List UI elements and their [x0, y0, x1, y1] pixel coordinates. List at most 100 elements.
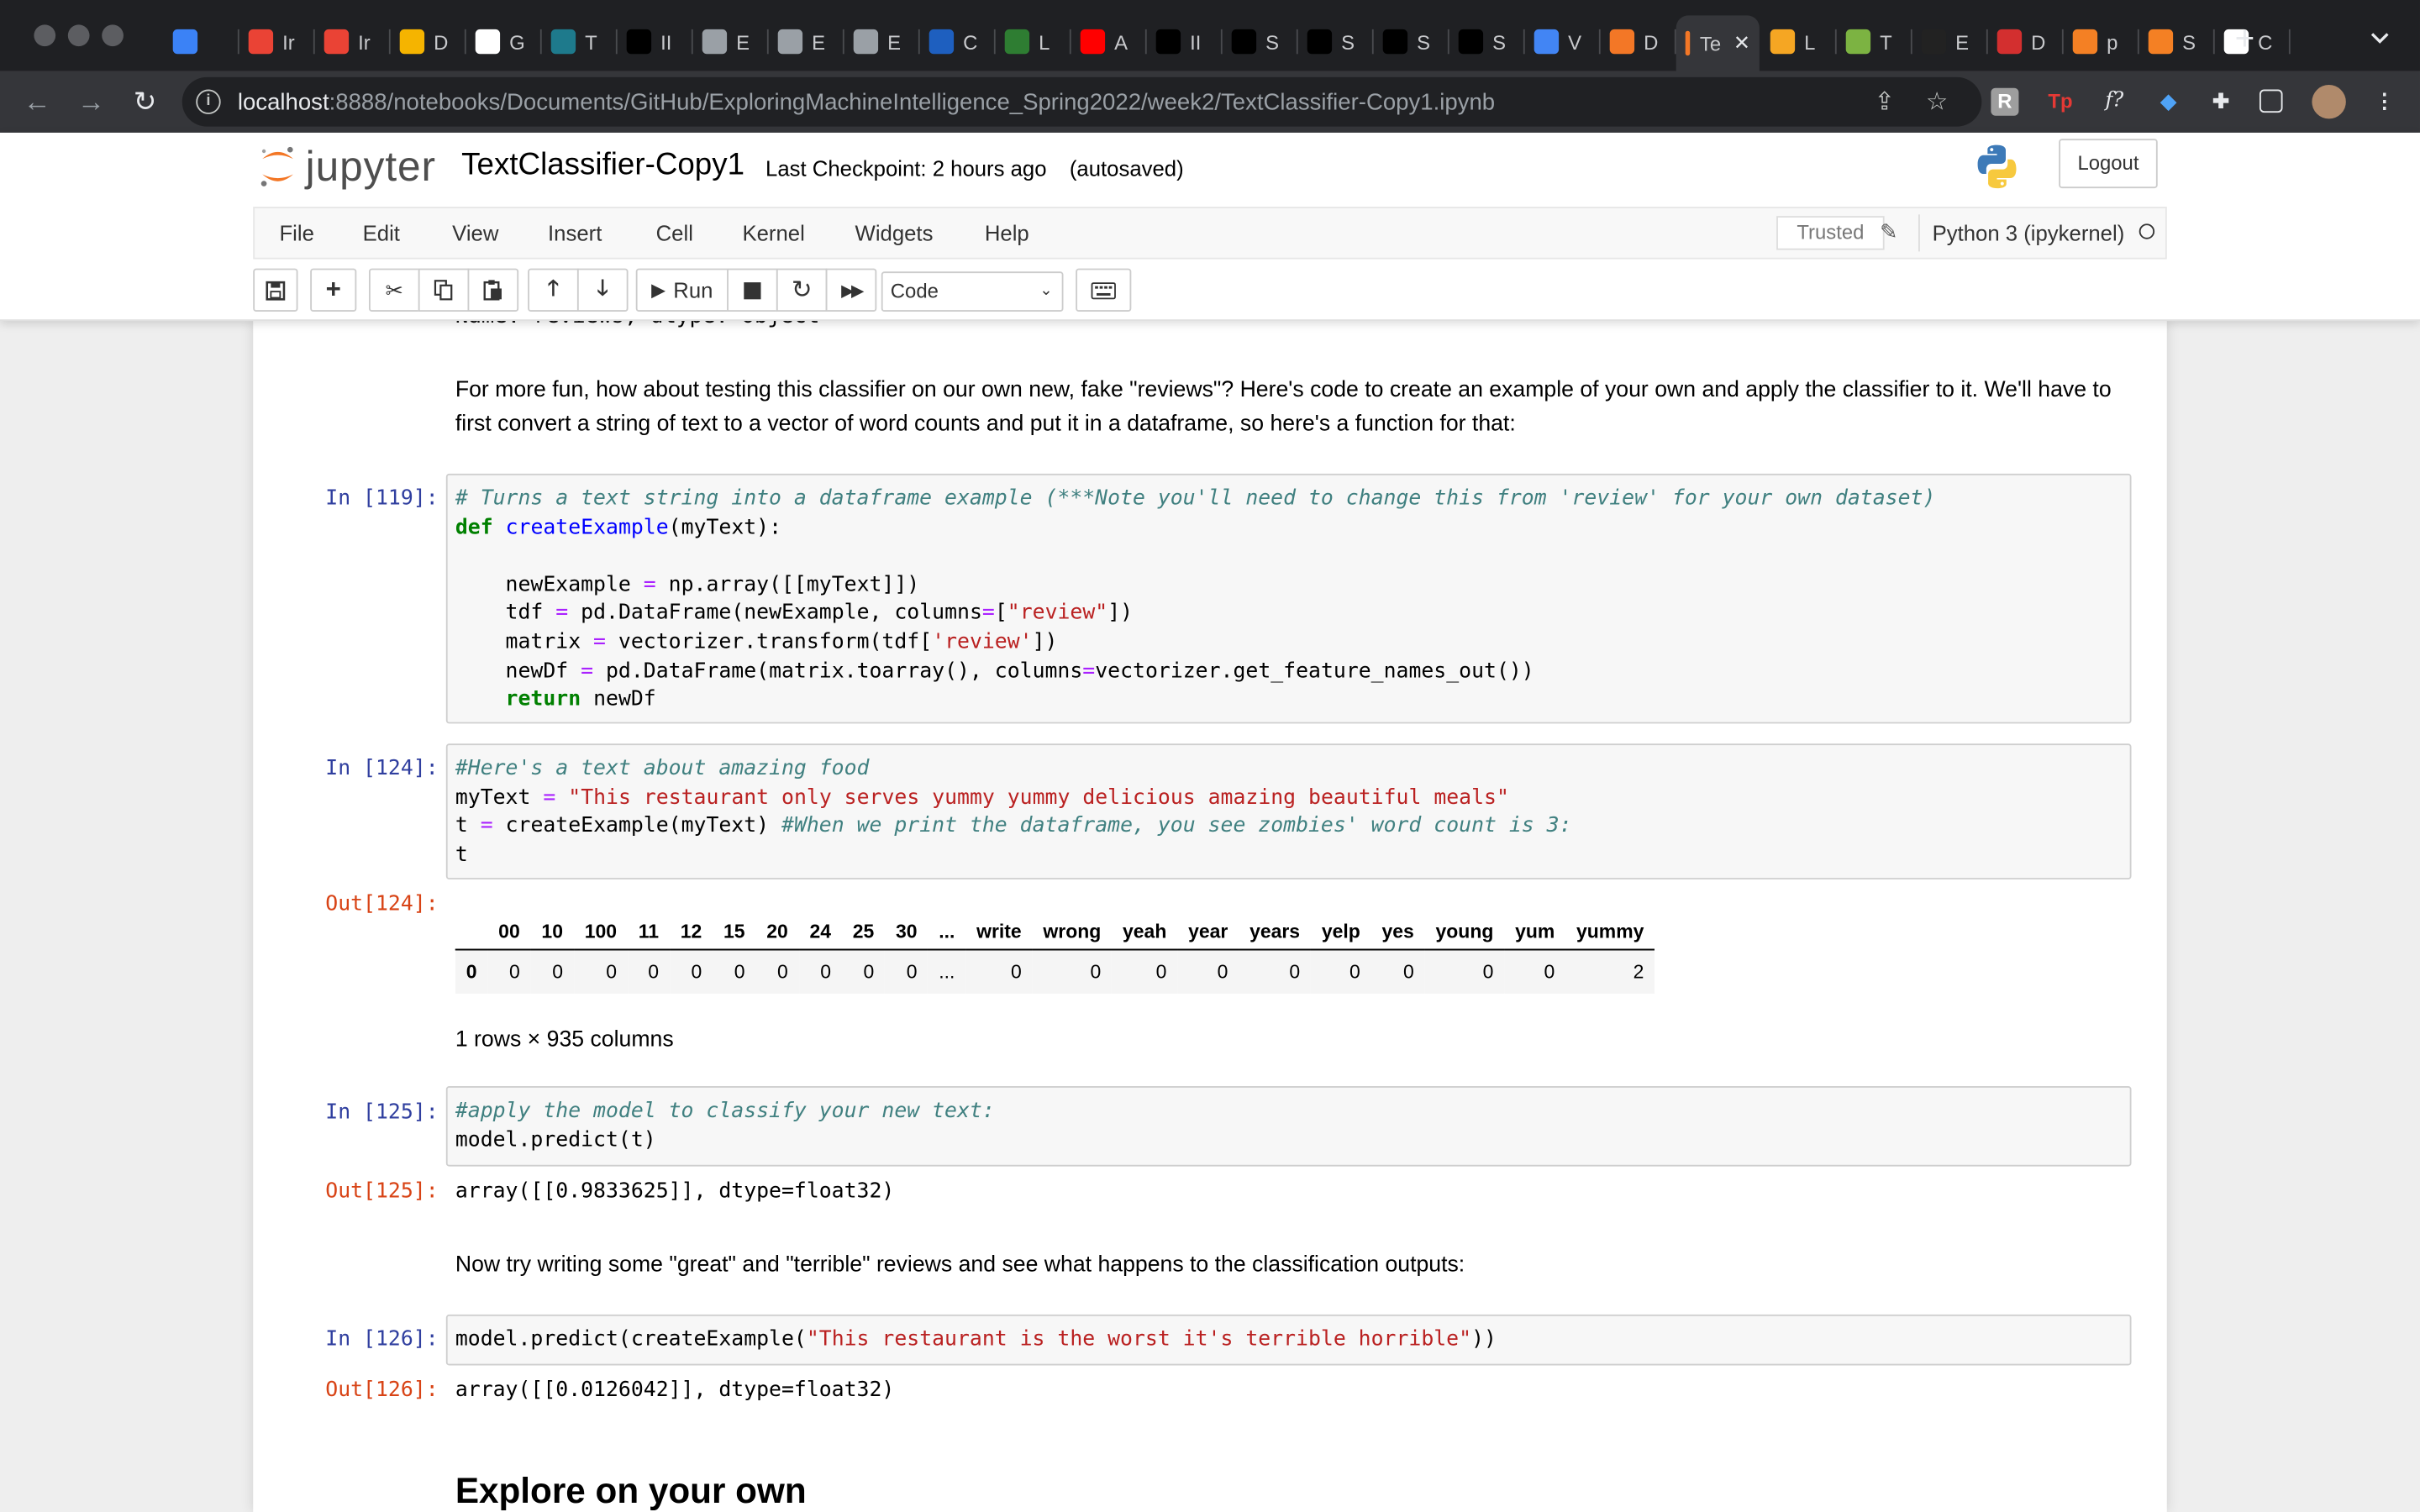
- browser-tab[interactable]: S: [1298, 15, 1372, 67]
- dots-icon: [1382, 29, 1408, 55]
- gmail-icon: [248, 29, 274, 55]
- side-panel-icon[interactable]: [2259, 89, 2283, 113]
- new-tab-button[interactable]: +: [2235, 21, 2255, 55]
- menu-insert[interactable]: Insert: [548, 221, 602, 245]
- dataframe-column-header: [455, 915, 488, 951]
- browser-tab[interactable]: T: [1837, 15, 1911, 67]
- browser-tab[interactable]: II: [618, 15, 692, 67]
- browser-tab[interactable]: S: [1223, 15, 1297, 67]
- extension-r-icon[interactable]: R: [1991, 87, 2019, 116]
- browser-tab[interactable]: E: [769, 15, 843, 67]
- address-url[interactable]: localhost:8888/notebooks/Documents/GitHu…: [238, 90, 1495, 116]
- share-icon[interactable]: ⇪: [1870, 90, 1898, 118]
- code-cell-125[interactable]: #apply the model to classify your new te…: [445, 1086, 2132, 1167]
- trusted-badge[interactable]: Trusted: [1776, 216, 1885, 250]
- tab-title: G: [509, 29, 525, 54]
- restart-kernel-icon[interactable]: ↻: [776, 268, 828, 312]
- browser-tab[interactable]: E: [844, 15, 918, 67]
- window-close-button[interactable]: [34, 24, 56, 47]
- logout-button[interactable]: Logout: [2059, 139, 2158, 189]
- save-icon[interactable]: [253, 268, 298, 312]
- input-prompt-119: In [119]:: [325, 486, 439, 511]
- menu-widgets[interactable]: Widgets: [855, 221, 934, 245]
- browser-tab[interactable]: V: [1525, 15, 1599, 67]
- browser-tab[interactable]: Ir: [239, 15, 313, 67]
- menu-kernel[interactable]: Kernel: [742, 221, 804, 245]
- insert-cell-plus-icon[interactable]: +: [310, 268, 357, 312]
- copy-icon[interactable]: [418, 268, 470, 312]
- dataframe-cell: 0: [1155, 961, 1167, 983]
- browser-tab[interactable]: C: [920, 15, 994, 67]
- cell-type-select[interactable]: Code ⌄: [881, 271, 1064, 312]
- move-up-arrow-icon[interactable]: 🡑: [528, 268, 579, 312]
- heading-explore-on-your-own[interactable]: Explore on your own: [455, 1470, 807, 1512]
- browser-tab[interactable]: S: [1449, 15, 1523, 67]
- markdown-cell-intro[interactable]: For more fun, how about testing this cla…: [455, 373, 2123, 441]
- dataframe-cell: 0: [734, 961, 745, 983]
- menu-edit[interactable]: Edit: [363, 221, 400, 245]
- reload-icon[interactable]: ↻: [129, 87, 160, 118]
- site-info-icon[interactable]: i: [196, 89, 221, 114]
- browser-tab[interactable]: E: [1912, 15, 1986, 67]
- tab-title: L: [1804, 29, 1816, 54]
- stackoverflow-icon: [2148, 29, 2174, 55]
- browser-tab[interactable]: p: [2064, 15, 2138, 67]
- menu-file[interactable]: File: [279, 221, 313, 245]
- extensions-puzzle-icon[interactable]: ✚: [2207, 88, 2235, 116]
- browser-tab[interactable]: G: [466, 15, 540, 67]
- face-icon: [1845, 29, 1871, 55]
- bookmark-star-icon[interactable]: ☆: [1923, 90, 1951, 118]
- dots-icon: [1155, 29, 1181, 55]
- browser-tab[interactable]: D: [1601, 15, 1675, 67]
- code-cell-126[interactable]: model.predict(createExample("This restau…: [445, 1314, 2132, 1366]
- profile-avatar[interactable]: [2312, 85, 2346, 119]
- back-arrow-icon[interactable]: ←: [22, 87, 53, 118]
- forward-arrow-icon[interactable]: →: [76, 87, 107, 118]
- command-palette-keyboard-icon[interactable]: [1076, 268, 1132, 312]
- browser-tab[interactable]: Ir: [315, 15, 389, 67]
- menu-view[interactable]: View: [452, 221, 498, 245]
- browser-tab[interactable]: T: [542, 15, 616, 67]
- code-cell-119[interactable]: # Turns a text string into a dataframe e…: [445, 473, 2132, 724]
- browser-tab[interactable]: D: [391, 15, 465, 67]
- move-down-arrow-icon[interactable]: 🡓: [576, 268, 629, 312]
- dots-icon: [1307, 29, 1333, 55]
- paste-clipboard-icon[interactable]: [467, 268, 519, 312]
- browser-tab[interactable]: II: [1147, 15, 1221, 67]
- window-minimize-button[interactable]: [67, 24, 90, 47]
- dataframe-cell: 0: [508, 961, 520, 983]
- browser-tab[interactable]: Te ✕: [1676, 15, 1760, 71]
- extension-gem-icon[interactable]: ◆: [2154, 88, 2182, 116]
- tab-title: S: [2182, 29, 2196, 54]
- extension-formula-icon[interactable]: f?: [2101, 88, 2128, 116]
- jupyter-logo[interactable]: jupyter: [260, 143, 436, 190]
- kernel-name[interactable]: Python 3 (ipykernel): [1933, 221, 2125, 245]
- interrupt-stop-icon[interactable]: [727, 268, 778, 312]
- browser-tab[interactable]: L: [996, 15, 1070, 67]
- browser-tab[interactable]: [164, 15, 238, 67]
- window-zoom-button[interactable]: [102, 24, 124, 47]
- markdown-cell-try-reviews[interactable]: Now try writing some "great" and "terrib…: [455, 1248, 2123, 1282]
- restart-run-all-forward-icon[interactable]: ▶▶: [825, 268, 877, 312]
- tab-title: E: [887, 29, 902, 54]
- kernel-divider: [1918, 214, 1920, 252]
- menu-cell[interactable]: Cell: [656, 221, 693, 245]
- browser-tab[interactable]: A: [1071, 15, 1145, 67]
- address-bar[interactable]: i localhost:8888/notebooks/Documents/Git…: [182, 76, 1982, 127]
- cut-scissors-icon[interactable]: ✂: [368, 268, 420, 312]
- browser-tab[interactable]: S: [2139, 15, 2213, 67]
- menu-help[interactable]: Help: [985, 221, 1029, 245]
- code-cell-124[interactable]: #Here's a text about amazing food myText…: [445, 743, 2132, 879]
- menu-bar: File Edit View Insert Cell Kernel Widget…: [253, 207, 2167, 260]
- browser-tab[interactable]: E: [693, 15, 767, 67]
- run-button[interactable]: ▶ Run: [635, 268, 729, 312]
- browser-tab[interactable]: L: [1761, 15, 1835, 67]
- notebook-name[interactable]: TextClassifier-Copy1: [461, 148, 744, 183]
- browser-tab[interactable]: S: [1374, 15, 1448, 67]
- close-tab-icon[interactable]: ✕: [1733, 31, 1750, 55]
- browser-menu-icon[interactable]: ⋮: [2370, 88, 2398, 116]
- tab-search-chevron-icon[interactable]: [2370, 28, 2389, 46]
- extension-tp-icon[interactable]: Tp: [2047, 88, 2075, 116]
- browser-tab[interactable]: D: [1988, 15, 2062, 67]
- dataframe-column-header: write: [965, 915, 1033, 951]
